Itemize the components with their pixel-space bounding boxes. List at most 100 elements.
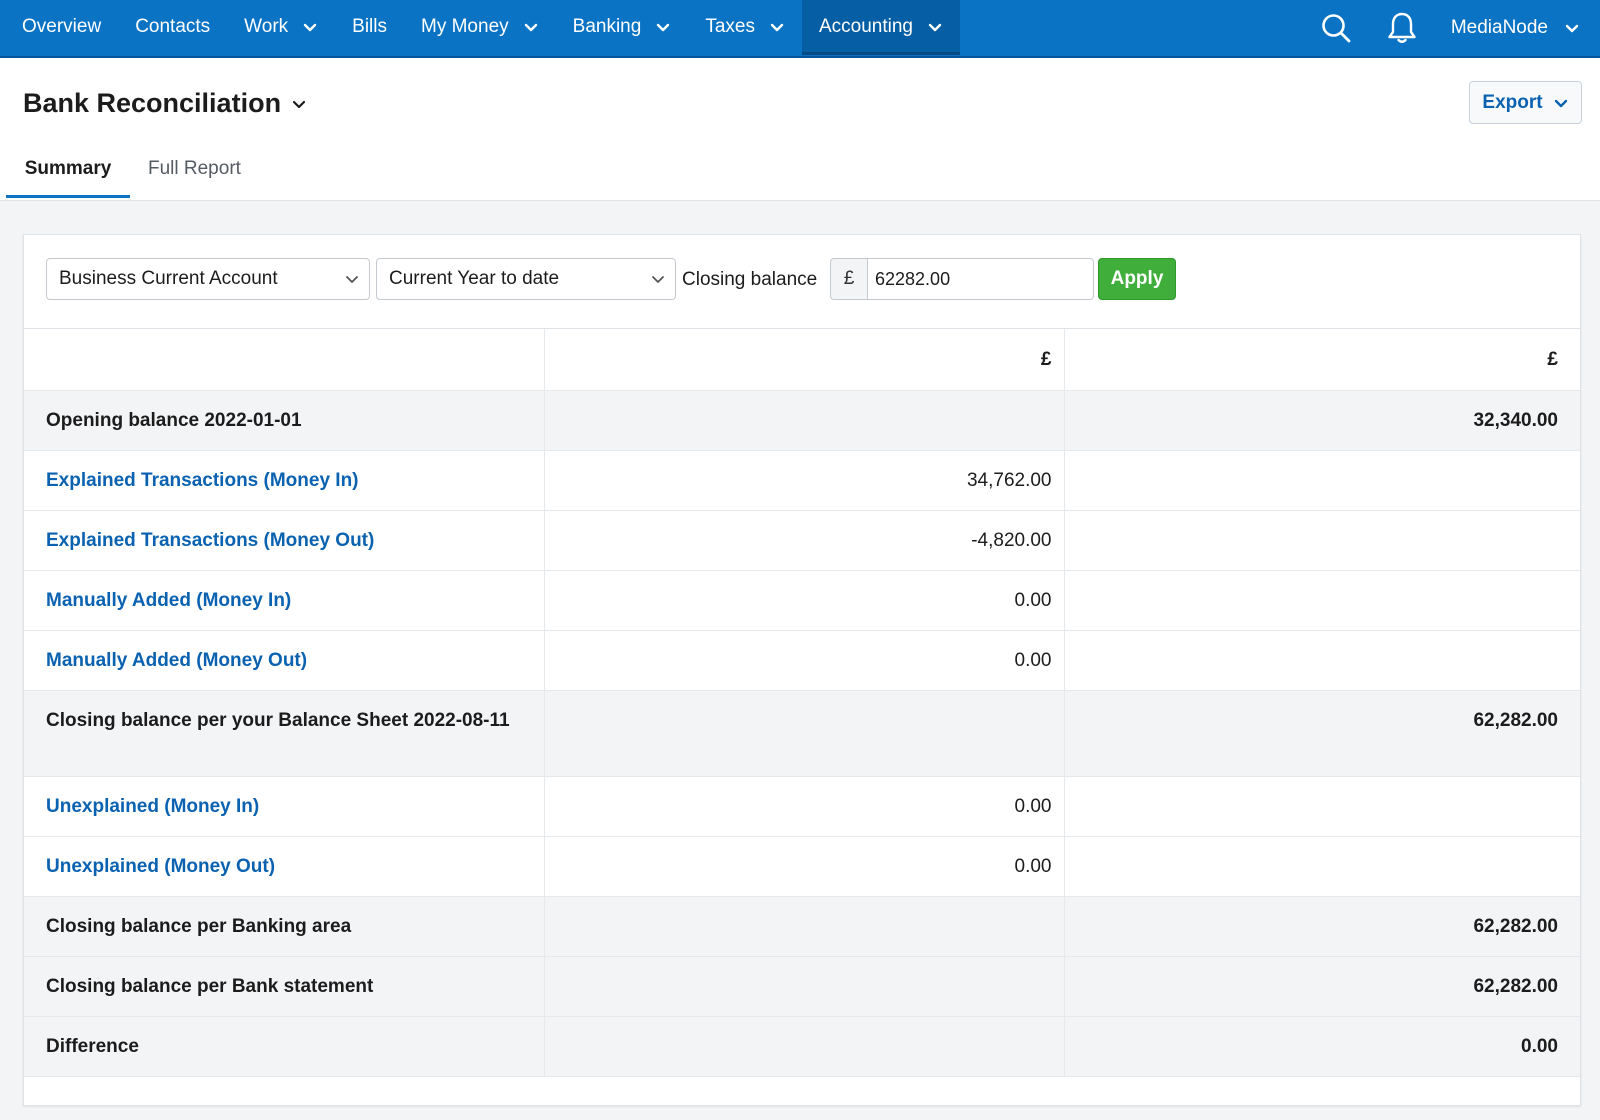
row-label: Opening balance 2022-01-01 — [46, 409, 302, 431]
row-total — [1064, 570, 1580, 631]
chevron-down-icon — [928, 23, 942, 32]
row-label: Closing balance per your Balance Sheet 2… — [46, 709, 510, 731]
export-label: Export — [1482, 91, 1543, 113]
user-name: MediaNode — [1450, 17, 1548, 38]
table-row: Closing balance per Bank statement 62,28… — [24, 956, 1580, 1017]
nav-item-overview[interactable]: Overview — [0, 0, 118, 55]
row-label: Closing balance per Banking area — [46, 915, 352, 937]
row-amount — [544, 896, 1065, 957]
nav-item-bills[interactable]: Bills — [335, 0, 404, 55]
nav-item-contacts[interactable]: Contacts — [118, 0, 227, 55]
tab-summary[interactable]: Summary — [6, 156, 130, 198]
export-button[interactable]: Export — [1469, 81, 1582, 124]
row-total: 62,282.00 — [1064, 690, 1580, 777]
chevron-down-icon — [657, 23, 670, 32]
row-link[interactable]: Unexplained (Money Out) — [46, 856, 275, 877]
closing-balance-label: Closing balance — [682, 269, 818, 290]
bell-icon[interactable] — [1385, 11, 1419, 45]
table-row: Explained Transactions (Money Out) -4,82… — [24, 510, 1580, 571]
reconciliation-table: £ £ Opening balance 2022-01-01 32,340.00… — [24, 329, 1580, 1077]
row-amount — [544, 690, 1065, 777]
table-row: Opening balance 2022-01-01 32,340.00 — [24, 390, 1580, 451]
table-row: Closing balance per your Balance Sheet 2… — [24, 690, 1580, 777]
row-total: 62,282.00 — [1064, 956, 1580, 1017]
row-link[interactable]: Explained Transactions (Money In) — [46, 470, 359, 491]
row-amount: 0.00 — [544, 630, 1065, 691]
nav-item-label: Overview — [22, 16, 102, 37]
row-amount — [544, 1016, 1065, 1077]
row-link[interactable]: Unexplained (Money In) — [46, 796, 259, 817]
closing-balance-input[interactable] — [867, 258, 1094, 300]
table-row: Manually Added (Money Out) 0.00 — [24, 630, 1580, 691]
row-amount — [544, 956, 1065, 1017]
currency-addon: £ — [830, 258, 867, 300]
chevron-down-icon — [524, 23, 537, 32]
nav-item-banking[interactable]: Banking — [556, 0, 689, 55]
tab-label: Summary — [24, 158, 112, 179]
filter-bar: Business Current Account Current Year to… — [24, 235, 1580, 329]
chevron-down-icon — [652, 276, 664, 283]
header-cell-currency: £ — [1064, 329, 1580, 391]
page-header: Bank Reconciliation Export Summary Full … — [0, 58, 1600, 201]
page-title-text: Bank Reconciliation — [23, 88, 282, 118]
row-total: 0.00 — [1064, 1016, 1580, 1077]
table-row: Closing balance per Banking area 62,282.… — [24, 896, 1580, 957]
period-select[interactable]: Current Year to date — [376, 258, 676, 300]
nav-item-accounting[interactable]: Accounting — [801, 0, 960, 55]
nav-item-label: Bills — [352, 16, 387, 37]
nav-item-work[interactable]: Work — [227, 0, 335, 55]
row-link[interactable]: Manually Added (Money Out) — [46, 650, 307, 671]
chevron-down-icon — [346, 276, 358, 283]
row-amount: 34,762.00 — [544, 450, 1065, 511]
row-total — [1064, 510, 1580, 571]
tab-full-report[interactable]: Full Report — [148, 156, 241, 180]
top-navigation-bar: Overview Contacts Work Bills My Money Ba… — [0, 0, 1600, 58]
page-title[interactable]: Bank Reconciliation — [23, 88, 307, 119]
nav-right-group: MediaNode — [1319, 0, 1600, 56]
row-total — [1064, 836, 1580, 897]
row-amount: -4,820.00 — [544, 510, 1065, 571]
tab-label: Full Report — [148, 158, 241, 179]
account-select[interactable]: Business Current Account — [46, 258, 370, 300]
row-link[interactable]: Manually Added (Money In) — [46, 590, 291, 611]
nav-item-label: My Money — [421, 16, 509, 37]
apply-button[interactable]: Apply — [1098, 258, 1176, 300]
user-menu[interactable]: MediaNode — [1451, 17, 1580, 39]
chevron-down-icon — [303, 23, 317, 32]
nav-item-label: Contacts — [135, 16, 211, 37]
chevron-down-icon — [770, 23, 784, 32]
chevron-down-icon — [1554, 99, 1567, 107]
row-total — [1064, 450, 1580, 511]
row-total — [1064, 630, 1580, 691]
chevron-down-icon — [1565, 24, 1579, 33]
header-cell — [24, 329, 545, 391]
table-row: Manually Added (Money In) 0.00 — [24, 570, 1580, 631]
table-row: Unexplained (Money In) 0.00 — [24, 776, 1580, 837]
reconciliation-card: Business Current Account Current Year to… — [23, 234, 1581, 1106]
nav-item-label: Work — [244, 16, 289, 37]
table-header-row: £ £ — [24, 329, 1580, 391]
nav-item-taxes[interactable]: Taxes — [688, 0, 802, 55]
row-amount — [544, 390, 1065, 451]
nav-item-my-money[interactable]: My Money — [404, 0, 556, 55]
row-amount: 0.00 — [544, 776, 1065, 837]
row-amount: 0.00 — [544, 836, 1065, 897]
row-link[interactable]: Explained Transactions (Money Out) — [46, 530, 374, 551]
table-row: Unexplained (Money Out) 0.00 — [24, 836, 1580, 897]
row-total: 62,282.00 — [1064, 896, 1580, 957]
nav-item-label: Accounting — [818, 16, 913, 37]
table-row: Difference 0.00 — [24, 1016, 1580, 1077]
account-select-value: Business Current Account — [59, 268, 278, 289]
period-select-value: Current Year to date — [389, 268, 560, 289]
row-total — [1064, 776, 1580, 837]
row-label: Closing balance per Bank statement — [46, 975, 374, 997]
nav-item-label: Taxes — [705, 16, 755, 37]
nav-item-label: Banking — [572, 16, 642, 37]
row-label: Difference — [46, 1035, 139, 1057]
header-cell-currency: £ — [544, 329, 1065, 391]
table-row: Explained Transactions (Money In) 34,762… — [24, 450, 1580, 511]
row-total: 32,340.00 — [1064, 390, 1580, 451]
nav-menu: Overview Contacts Work Bills My Money Ba… — [0, 0, 960, 57]
chevron-down-icon — [292, 100, 306, 108]
search-icon[interactable] — [1319, 11, 1353, 45]
